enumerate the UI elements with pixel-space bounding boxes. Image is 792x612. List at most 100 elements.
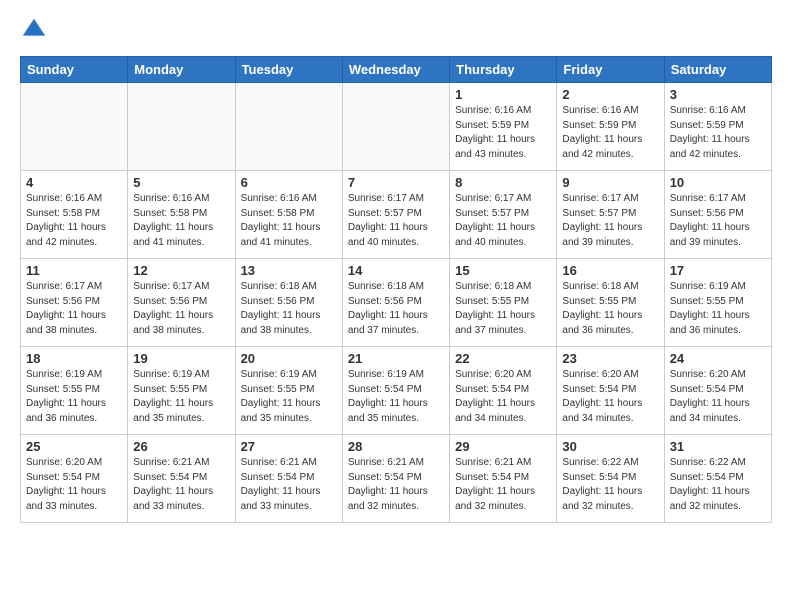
day-number: 7 xyxy=(348,175,444,190)
calendar-cell: 12 Sunrise: 6:17 AMSunset: 5:56 PMDayligh… xyxy=(128,259,235,347)
calendar-cell: 16 Sunrise: 6:18 AMSunset: 5:55 PMDayligh… xyxy=(557,259,664,347)
weekday-header-tuesday: Tuesday xyxy=(235,57,342,83)
day-number: 30 xyxy=(562,439,658,454)
day-number: 13 xyxy=(241,263,337,278)
day-number: 16 xyxy=(562,263,658,278)
day-number: 20 xyxy=(241,351,337,366)
calendar-cell xyxy=(342,83,449,171)
weekday-header-saturday: Saturday xyxy=(664,57,771,83)
logo xyxy=(20,16,52,44)
calendar-week-4: 18 Sunrise: 6:19 AMSunset: 5:55 PMDayligh… xyxy=(21,347,772,435)
calendar-cell: 6Sunrise: 6:16 AMSunset: 5:58 PMDaylight… xyxy=(235,171,342,259)
day-info: Sunrise: 6:16 AMSunset: 5:59 PMDaylight:… xyxy=(562,104,658,162)
calendar-cell: 5Sunrise: 6:16 AMSunset: 5:58 PMDaylight… xyxy=(128,171,235,259)
day-info: Sunrise: 6:16 AMSunset: 5:58 PMDaylight:… xyxy=(241,192,337,250)
day-info: Sunrise: 6:21 AMSunset: 5:54 PMDaylight:… xyxy=(241,456,337,514)
calendar-cell: 21 Sunrise: 6:19 AMSunset: 5:54 PMDayligh… xyxy=(342,347,449,435)
calendar-cell: 10Sunrise: 6:17 AMSunset: 5:56 PMDayligh… xyxy=(664,171,771,259)
day-number: 2 xyxy=(562,87,658,102)
day-info: Sunrise: 6:18 AMSunset: 5:55 PMDaylight:… xyxy=(455,280,551,338)
day-info: Sunrise: 6:18 AMSunset: 5:55 PMDaylight:… xyxy=(562,280,658,338)
day-number: 26 xyxy=(133,439,229,454)
calendar-cell: 15Sunrise: 6:18 AMSunset: 5:55 PMDayligh… xyxy=(450,259,557,347)
day-info: Sunrise: 6:18 AMSunset: 5:56 PMDaylight:… xyxy=(348,280,444,338)
day-info: Sunrise: 6:19 AMSunset: 5:55 PMDaylight:… xyxy=(241,368,337,426)
day-number: 8 xyxy=(455,175,551,190)
day-info: Sunrise: 6:17 AMSunset: 5:57 PMDaylight:… xyxy=(348,192,444,250)
day-info: Sunrise: 6:16 AMSunset: 5:58 PMDaylight:… xyxy=(26,192,122,250)
day-info: Sunrise: 6:20 AMSunset: 5:54 PMDaylight:… xyxy=(562,368,658,426)
day-number: 18 xyxy=(26,351,122,366)
calendar-cell: 7 Sunrise: 6:17 AMSunset: 5:57 PMDaylight… xyxy=(342,171,449,259)
day-number: 25 xyxy=(26,439,122,454)
day-number: 27 xyxy=(241,439,337,454)
weekday-header-monday: Monday xyxy=(128,57,235,83)
day-info: Sunrise: 6:19 AMSunset: 5:54 PMDaylight:… xyxy=(348,368,444,426)
calendar-cell: 4Sunrise: 6:16 AMSunset: 5:58 PMDaylight… xyxy=(21,171,128,259)
day-info: Sunrise: 6:19 AMSunset: 5:55 PMDaylight:… xyxy=(133,368,229,426)
day-number: 9 xyxy=(562,175,658,190)
calendar-cell: 18 Sunrise: 6:19 AMSunset: 5:55 PMDayligh… xyxy=(21,347,128,435)
day-info: Sunrise: 6:22 AMSunset: 5:54 PMDaylight:… xyxy=(562,456,658,514)
logo-icon xyxy=(20,16,48,44)
day-number: 22 xyxy=(455,351,551,366)
calendar-cell: 9 Sunrise: 6:17 AMSunset: 5:57 PMDaylight… xyxy=(557,171,664,259)
calendar-cell: 20 Sunrise: 6:19 AMSunset: 5:55 PMDayligh… xyxy=(235,347,342,435)
day-info: Sunrise: 6:19 AMSunset: 5:55 PMDaylight:… xyxy=(26,368,122,426)
calendar-cell: 13 Sunrise: 6:18 AMSunset: 5:56 PMDayligh… xyxy=(235,259,342,347)
day-info: Sunrise: 6:20 AMSunset: 5:54 PMDaylight:… xyxy=(670,368,766,426)
day-number: 31 xyxy=(670,439,766,454)
calendar-cell: 17 Sunrise: 6:19 AMSunset: 5:55 PMDayligh… xyxy=(664,259,771,347)
calendar-cell xyxy=(235,83,342,171)
calendar-cell: 22Sunrise: 6:20 AMSunset: 5:54 PMDayligh… xyxy=(450,347,557,435)
day-info: Sunrise: 6:22 AMSunset: 5:54 PMDaylight:… xyxy=(670,456,766,514)
day-info: Sunrise: 6:17 AMSunset: 5:57 PMDaylight:… xyxy=(455,192,551,250)
calendar-week-5: 25 Sunrise: 6:20 AMSunset: 5:54 PMDayligh… xyxy=(21,435,772,523)
calendar-cell: 11Sunrise: 6:17 AMSunset: 5:56 PMDayligh… xyxy=(21,259,128,347)
day-number: 29 xyxy=(455,439,551,454)
calendar-cell: 3 Sunrise: 6:16 AMSunset: 5:59 PMDaylight… xyxy=(664,83,771,171)
day-number: 19 xyxy=(133,351,229,366)
weekday-header-wednesday: Wednesday xyxy=(342,57,449,83)
calendar-cell xyxy=(21,83,128,171)
calendar-cell: 25 Sunrise: 6:20 AMSunset: 5:54 PMDayligh… xyxy=(21,435,128,523)
day-number: 21 xyxy=(348,351,444,366)
day-info: Sunrise: 6:20 AMSunset: 5:54 PMDaylight:… xyxy=(26,456,122,514)
day-number: 24 xyxy=(670,351,766,366)
calendar-cell: 23 Sunrise: 6:20 AMSunset: 5:54 PMDayligh… xyxy=(557,347,664,435)
calendar-cell: 14 Sunrise: 6:18 AMSunset: 5:56 PMDayligh… xyxy=(342,259,449,347)
day-info: Sunrise: 6:19 AMSunset: 5:55 PMDaylight:… xyxy=(670,280,766,338)
calendar-cell: 30 Sunrise: 6:22 AMSunset: 5:54 PMDayligh… xyxy=(557,435,664,523)
day-number: 10 xyxy=(670,175,766,190)
calendar-week-2: 4Sunrise: 6:16 AMSunset: 5:58 PMDaylight… xyxy=(21,171,772,259)
calendar-cell xyxy=(128,83,235,171)
calendar-table: SundayMondayTuesdayWednesdayThursdayFrid… xyxy=(20,56,772,523)
calendar-cell: 31 Sunrise: 6:22 AMSunset: 5:54 PMDayligh… xyxy=(664,435,771,523)
day-info: Sunrise: 6:17 AMSunset: 5:57 PMDaylight:… xyxy=(562,192,658,250)
day-number: 1 xyxy=(455,87,551,102)
day-info: Sunrise: 6:18 AMSunset: 5:56 PMDaylight:… xyxy=(241,280,337,338)
calendar-cell: 29 Sunrise: 6:21 AMSunset: 5:54 PMDayligh… xyxy=(450,435,557,523)
calendar-cell: 24 Sunrise: 6:20 AMSunset: 5:54 PMDayligh… xyxy=(664,347,771,435)
day-number: 3 xyxy=(670,87,766,102)
calendar-cell: 26Sunrise: 6:21 AMSunset: 5:54 PMDayligh… xyxy=(128,435,235,523)
header xyxy=(20,16,772,44)
day-number: 12 xyxy=(133,263,229,278)
day-info: Sunrise: 6:16 AMSunset: 5:59 PMDaylight:… xyxy=(455,104,551,162)
day-info: Sunrise: 6:21 AMSunset: 5:54 PMDaylight:… xyxy=(348,456,444,514)
calendar-cell: 1 Sunrise: 6:16 AMSunset: 5:59 PMDaylight… xyxy=(450,83,557,171)
calendar-cell: 8 Sunrise: 6:17 AMSunset: 5:57 PMDaylight… xyxy=(450,171,557,259)
day-number: 23 xyxy=(562,351,658,366)
day-number: 11 xyxy=(26,263,122,278)
calendar-cell: 19 Sunrise: 6:19 AMSunset: 5:55 PMDayligh… xyxy=(128,347,235,435)
day-number: 17 xyxy=(670,263,766,278)
day-number: 5 xyxy=(133,175,229,190)
page: SundayMondayTuesdayWednesdayThursdayFrid… xyxy=(0,0,792,543)
day-info: Sunrise: 6:21 AMSunset: 5:54 PMDaylight:… xyxy=(455,456,551,514)
day-number: 14 xyxy=(348,263,444,278)
day-number: 28 xyxy=(348,439,444,454)
day-info: Sunrise: 6:17 AMSunset: 5:56 PMDaylight:… xyxy=(133,280,229,338)
day-info: Sunrise: 6:16 AMSunset: 5:59 PMDaylight:… xyxy=(670,104,766,162)
calendar-cell: 27 Sunrise: 6:21 AMSunset: 5:54 PMDayligh… xyxy=(235,435,342,523)
weekday-header-friday: Friday xyxy=(557,57,664,83)
